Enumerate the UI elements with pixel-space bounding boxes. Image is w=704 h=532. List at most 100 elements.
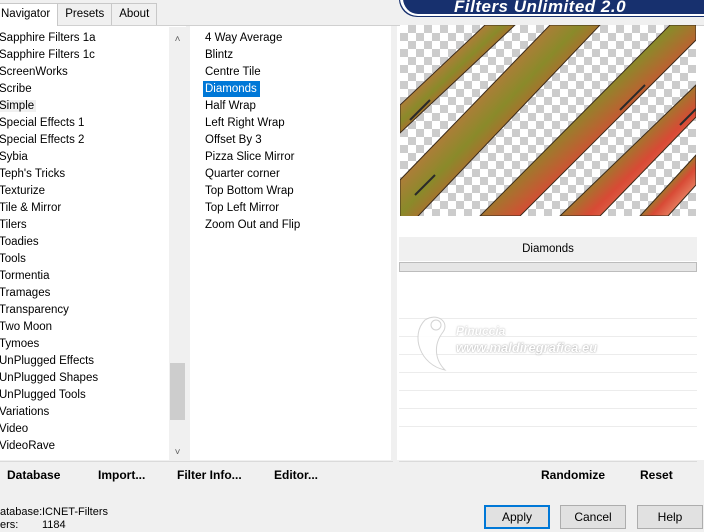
category-item[interactable]: Tormentia <box>0 268 170 285</box>
category-label: Scribe <box>0 83 32 95</box>
category-label: Tymoes <box>0 338 40 350</box>
category-scrollbar[interactable]: ˄ ˅ <box>169 27 186 461</box>
filters-count-value: 1184 <box>42 519 66 531</box>
category-item[interactable]: Teph's Tricks <box>0 166 170 183</box>
category-item[interactable]: UnPlugged Tools <box>0 387 170 404</box>
preview-artwork <box>400 25 696 216</box>
filter-label: Pizza Slice Mirror <box>205 151 295 163</box>
category-label: UnPlugged Shapes <box>0 372 99 384</box>
current-filter-name: Diamonds <box>399 237 697 261</box>
category-item[interactable]: Two Moon <box>0 319 170 336</box>
tab-navigator[interactable]: Navigator <box>0 3 59 26</box>
filter-label: Blintz <box>205 49 234 61</box>
filter-label: Diamonds <box>203 81 260 97</box>
param-separator <box>399 426 697 427</box>
column-divider <box>186 26 190 461</box>
filter-item[interactable]: Quarter corner <box>203 166 391 183</box>
randomize-button[interactable]: Randomize <box>541 468 605 482</box>
category-item[interactable]: Tramages <box>0 285 170 302</box>
category-item[interactable]: UnPlugged Effects <box>0 353 170 370</box>
filter-item[interactable]: Centre Tile <box>203 64 391 81</box>
category-item[interactable]: Texturize <box>0 183 170 200</box>
category-label: Tormentia <box>0 270 50 282</box>
filter-label: Top Left Mirror <box>205 202 280 214</box>
watermark-name: Pinuccia <box>456 324 506 338</box>
filter-label: Zoom Out and Flip <box>205 219 301 231</box>
category-item[interactable]: VideoRave <box>0 438 170 455</box>
help-button[interactable]: Help <box>637 505 703 529</box>
filter-info-button[interactable]: Filter Info... <box>177 468 242 482</box>
category-label: UnPlugged Tools <box>0 389 86 401</box>
chevron-down-icon[interactable]: ˅ <box>169 444 186 461</box>
filter-item[interactable]: Offset By 3 <box>203 132 391 149</box>
filter-item[interactable]: Diamonds <box>203 81 391 98</box>
category-label: Two Moon <box>0 321 53 333</box>
category-item[interactable]: Transparency <box>0 302 170 319</box>
left-toolbar: Database Import... Filter Info... Editor… <box>0 461 393 489</box>
app-title: Filters Unlimited 2.0 <box>454 0 627 16</box>
filter-item[interactable]: 4 Way Average <box>203 30 391 47</box>
watermark-url: www.maldiregrafica.eu <box>456 340 598 355</box>
cancel-button[interactable]: Cancel <box>560 505 626 529</box>
category-label: ScreenWorks <box>0 66 68 78</box>
database-button[interactable]: Database <box>7 468 60 482</box>
category-label: Tools <box>0 253 26 265</box>
filter-item[interactable]: Half Wrap <box>203 98 391 115</box>
category-item[interactable]: Tymoes <box>0 336 170 353</box>
category-item[interactable]: Special Effects 1 <box>0 115 170 132</box>
category-item[interactable]: Sapphire Filters 1a <box>0 30 170 47</box>
right-toolbar: Randomize Reset <box>399 461 697 489</box>
category-item[interactable]: UnPlugged Shapes <box>0 370 170 387</box>
filter-label: Top Bottom Wrap <box>205 185 294 197</box>
tab-presets[interactable]: Presets <box>57 3 113 25</box>
database-value: ICNET-Filters <box>42 506 108 518</box>
category-label: Texturize <box>0 185 46 197</box>
param-separator <box>399 390 697 391</box>
chevron-up-icon[interactable]: ˄ <box>169 31 186 48</box>
category-item[interactable]: Variations <box>0 404 170 421</box>
category-item[interactable]: Sybia <box>0 149 170 166</box>
import-button[interactable]: Import... <box>98 468 145 482</box>
category-label: VideoRave <box>0 440 56 452</box>
apply-button[interactable]: Apply <box>484 505 550 529</box>
filter-item[interactable]: Zoom Out and Flip <box>203 217 391 234</box>
filter-label: Half Wrap <box>205 100 256 112</box>
editor-button[interactable]: Editor... <box>274 468 318 482</box>
category-label: Toadies <box>0 236 39 248</box>
filter-label: Offset By 3 <box>205 134 262 146</box>
diagonal-stripes <box>400 25 696 216</box>
category-label: Tramages <box>0 287 51 299</box>
category-label: Variations <box>0 406 50 418</box>
category-item[interactable]: ScreenWorks <box>0 64 170 81</box>
category-item[interactable]: Tools <box>0 251 170 268</box>
filter-item[interactable]: Blintz <box>203 47 391 64</box>
filter-item[interactable]: Left Right Wrap <box>203 115 391 132</box>
filter-label: Left Right Wrap <box>205 117 285 129</box>
category-item[interactable]: Tile & Mirror <box>0 200 170 217</box>
category-item[interactable]: Tilers <box>0 217 170 234</box>
category-label: Simple <box>0 100 37 112</box>
category-item[interactable]: Scribe <box>0 81 170 98</box>
category-label: Teph's Tricks <box>0 168 66 180</box>
reset-button[interactable]: Reset <box>640 468 673 482</box>
filter-label: 4 Way Average <box>205 32 283 44</box>
tab-about[interactable]: About <box>111 3 158 25</box>
category-label: Tile & Mirror <box>0 202 62 214</box>
category-item[interactable]: Toadies <box>0 234 170 251</box>
category-item[interactable]: Special Effects 2 <box>0 132 170 149</box>
param-separator <box>399 408 697 409</box>
filter-item[interactable]: Pizza Slice Mirror <box>203 149 391 166</box>
preview-image <box>400 25 696 216</box>
filter-item[interactable]: Top Left Mirror <box>203 200 391 217</box>
scrollbar-thumb[interactable] <box>170 363 185 420</box>
column-divider <box>391 26 397 461</box>
filter-label: Quarter corner <box>205 168 280 180</box>
filter-item[interactable]: Top Bottom Wrap <box>203 183 391 200</box>
category-label: Transparency <box>0 304 69 316</box>
category-label: Special Effects 2 <box>0 134 85 146</box>
category-label: UnPlugged Effects <box>0 355 95 367</box>
tab-bar: Navigator Presets About <box>0 3 158 26</box>
category-item[interactable]: Sapphire Filters 1c <box>0 47 170 64</box>
category-item[interactable]: Simple <box>0 98 170 115</box>
category-item[interactable]: Video <box>0 421 170 438</box>
